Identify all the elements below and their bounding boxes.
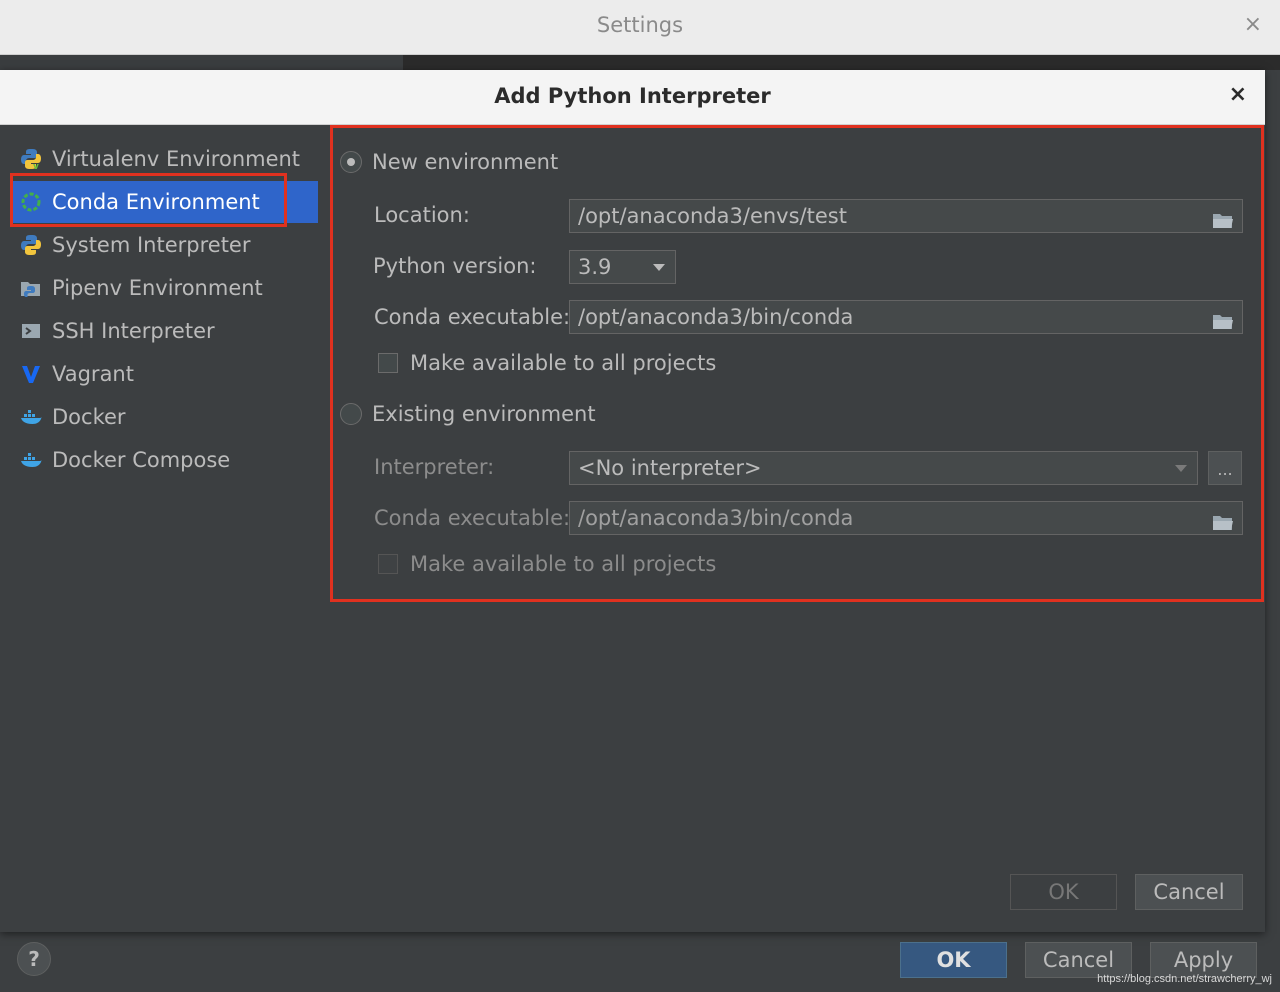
add-python-interpreter-dialog: Add Python Interpreter × v Virtualenv En…: [0, 70, 1265, 932]
ssh-icon: [20, 320, 42, 342]
location-label: Location:: [374, 203, 470, 227]
sidebar-item-docker[interactable]: Docker: [12, 396, 318, 438]
sidebar-item-label: Pipenv Environment: [52, 276, 263, 300]
settings-title: Settings: [596, 13, 684, 37]
sidebar-item-system-interpreter[interactable]: System Interpreter: [12, 224, 318, 266]
folder-icon[interactable]: [1212, 509, 1234, 530]
folder-icon[interactable]: [1212, 308, 1234, 329]
watermark-text: https://blog.csdn.net/strawcherry_wj: [1097, 973, 1272, 985]
pipenv-icon: [20, 277, 42, 299]
sidebar-item-virtualenv[interactable]: v Virtualenv Environment: [12, 138, 318, 180]
settings-titlebar: Settings ×: [0, 0, 1280, 55]
existing-conda-executable-value: /opt/anaconda3/bin/conda: [578, 506, 854, 530]
python-version-select[interactable]: 3.9: [569, 250, 676, 284]
existing-conda-executable-label: Conda executable:: [374, 506, 571, 530]
sidebar-item-label: Conda Environment: [52, 190, 260, 214]
new-environment-label: New environment: [372, 150, 559, 174]
browse-interpreter-button[interactable]: ...: [1208, 451, 1242, 485]
sidebar-item-label: Docker: [52, 405, 126, 429]
settings-ok-button[interactable]: OK: [900, 942, 1007, 978]
existing-make-available-checkbox[interactable]: [378, 554, 398, 574]
python-virtualenv-icon: v: [20, 148, 42, 170]
make-available-label: Make available to all projects: [410, 351, 717, 375]
sidebar-item-label: Docker Compose: [52, 448, 231, 472]
make-available-checkbox[interactable]: [378, 353, 398, 373]
conda-executable-value: /opt/anaconda3/bin/conda: [578, 305, 854, 329]
dialog-ok-button[interactable]: OK: [1010, 874, 1117, 910]
interpreter-type-sidebar: v Virtualenv Environment Conda Environme…: [0, 125, 330, 932]
sidebar-item-conda[interactable]: Conda Environment: [12, 181, 318, 223]
existing-environment-option[interactable]: Existing environment: [340, 402, 596, 426]
interpreter-select[interactable]: <No interpreter>: [569, 451, 1198, 485]
sidebar-item-docker-compose[interactable]: Docker Compose: [12, 439, 318, 481]
sidebar-item-label: SSH Interpreter: [52, 319, 215, 343]
location-value: /opt/anaconda3/envs/test: [578, 204, 847, 228]
chevron-down-icon: [1175, 465, 1187, 472]
docker-compose-icon: [20, 449, 42, 471]
existing-environment-radio[interactable]: [340, 403, 362, 425]
chevron-down-icon: [653, 264, 665, 271]
python-icon: [20, 234, 42, 256]
help-button[interactable]: ?: [17, 942, 51, 976]
svg-text:v: v: [33, 162, 39, 170]
dialog-cancel-button[interactable]: Cancel: [1135, 874, 1243, 910]
vagrant-icon: [20, 363, 42, 385]
existing-environment-label: Existing environment: [372, 402, 596, 426]
interpreter-label: Interpreter:: [374, 455, 495, 479]
conda-executable-field[interactable]: /opt/anaconda3/bin/conda: [569, 300, 1243, 334]
existing-conda-executable-field[interactable]: /opt/anaconda3/bin/conda: [569, 501, 1243, 535]
dialog-title: Add Python Interpreter: [494, 84, 771, 108]
sidebar-item-label: Virtualenv Environment: [52, 147, 301, 171]
dialog-titlebar: Add Python Interpreter ×: [0, 70, 1265, 125]
python-version-value: 3.9: [578, 255, 612, 279]
sidebar-item-pipenv[interactable]: Pipenv Environment: [12, 267, 318, 309]
existing-make-available-label: Make available to all projects: [410, 552, 717, 576]
make-available-option[interactable]: Make available to all projects: [378, 351, 716, 375]
location-field[interactable]: /opt/anaconda3/envs/test: [569, 199, 1243, 233]
conda-icon: [20, 191, 42, 213]
docker-icon: [20, 406, 42, 428]
settings-close-icon[interactable]: ×: [1244, 12, 1262, 37]
python-version-label: Python version:: [373, 254, 537, 278]
sidebar-item-vagrant[interactable]: Vagrant: [12, 353, 318, 395]
folder-icon[interactable]: [1212, 207, 1234, 228]
sidebar-item-ssh[interactable]: SSH Interpreter: [12, 310, 318, 352]
sidebar-item-label: System Interpreter: [52, 233, 251, 257]
interpreter-value: <No interpreter>: [578, 456, 762, 480]
dialog-close-icon[interactable]: ×: [1229, 82, 1247, 107]
settings-background: [0, 55, 1280, 70]
existing-make-available-option[interactable]: Make available to all projects: [378, 552, 716, 576]
new-environment-radio[interactable]: [340, 151, 362, 173]
conda-executable-label: Conda executable:: [374, 305, 571, 329]
sidebar-item-label: Vagrant: [52, 362, 134, 386]
new-environment-option[interactable]: New environment: [340, 150, 558, 174]
